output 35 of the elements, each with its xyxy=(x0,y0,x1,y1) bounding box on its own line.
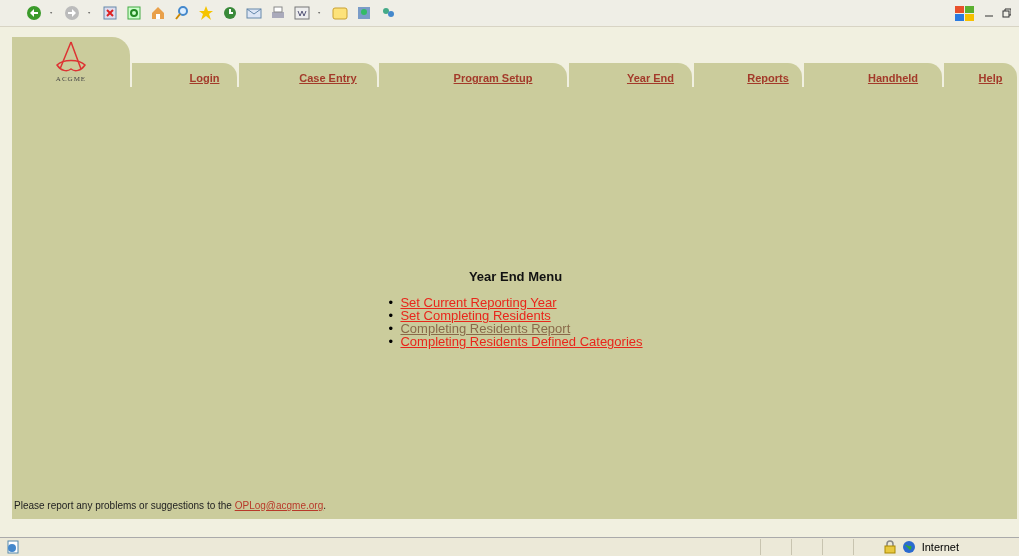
edit-icon[interactable] xyxy=(294,5,310,21)
bullet: • xyxy=(388,309,394,322)
forward-icon[interactable] xyxy=(64,5,80,21)
page-icon xyxy=(6,540,20,554)
nav-tab[interactable]: Login xyxy=(130,63,237,87)
bullet: • xyxy=(388,322,394,335)
menu-link[interactable]: Completing Residents Defined Categories xyxy=(400,334,643,349)
lock-icon xyxy=(883,540,896,554)
home-icon[interactable] xyxy=(150,5,166,21)
stop-icon[interactable] xyxy=(102,5,118,21)
menu-link[interactable]: Set Completing Residents xyxy=(400,308,551,323)
star-icon[interactable] xyxy=(198,5,214,21)
nav-tab[interactable]: Reports xyxy=(692,63,802,87)
footer-text: Please report any problems or suggestions to the OPLog@acgme.org. xyxy=(14,500,327,511)
note-icon[interactable] xyxy=(332,5,348,21)
nav-tab[interactable]: Program Setup xyxy=(377,63,567,87)
nav-tab[interactable]: Year End xyxy=(567,63,692,87)
menu-link[interactable]: Completing Residents Report xyxy=(400,321,571,336)
security-zone: Internet xyxy=(921,541,959,553)
nav-tab[interactable]: Help xyxy=(942,63,1017,87)
nav-tab[interactable]: Handheld xyxy=(802,63,942,87)
refresh-icon[interactable] xyxy=(126,5,142,21)
history-icon[interactable] xyxy=(222,5,238,21)
bullet: • xyxy=(388,335,394,348)
back-icon[interactable] xyxy=(26,5,42,21)
nav-tab[interactable]: Case Entry xyxy=(237,63,377,87)
search-icon[interactable] xyxy=(174,5,190,21)
globe-icon xyxy=(901,540,916,554)
windows-logo-icon xyxy=(954,4,976,22)
restore-icon[interactable] xyxy=(1002,8,1011,18)
menu-link[interactable]: Set Current Reporting Year xyxy=(400,295,557,310)
menu-title: Year End Menu xyxy=(468,269,563,284)
print-icon[interactable] xyxy=(270,5,286,21)
mail-icon[interactable] xyxy=(246,5,262,21)
bullet: • xyxy=(388,296,394,309)
